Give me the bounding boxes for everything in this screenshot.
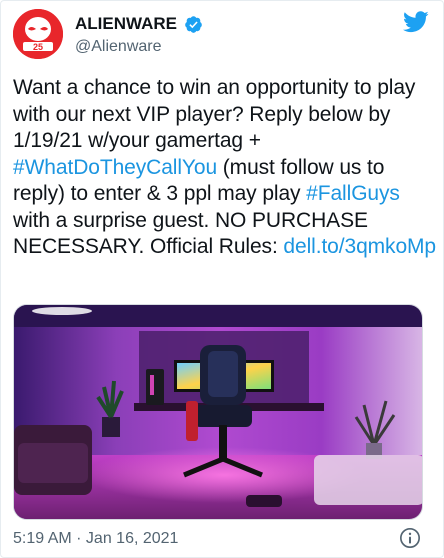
twitter-bird-icon[interactable] <box>403 11 429 33</box>
avatar[interactable]: 25 <box>13 9 63 59</box>
hashtag-fallguys-link[interactable]: #FallGuys <box>306 182 400 205</box>
info-icon[interactable] <box>399 527 421 549</box>
verified-badge-icon <box>185 15 203 33</box>
gaming-room-photo[interactable] <box>13 304 423 520</box>
account-names: ALIENWARE @Alienware <box>75 13 203 58</box>
gaming-room-image <box>14 305 422 519</box>
tweet-footer: 5:19 AM · Jan 16, 2021 <box>13 525 431 551</box>
official-rules-link[interactable]: dell.to/3qmkoMp <box>283 235 436 258</box>
tweet-card: 25 ALIENWARE @Alienware Want a chance to… <box>0 0 444 558</box>
tweet-header: 25 ALIENWARE @Alienware <box>13 9 431 61</box>
avatar-badge-text: 25 <box>33 42 43 52</box>
tweet-text-part: Want a chance to win an opportunity to p… <box>13 76 416 152</box>
tweet-text: Want a chance to win an opportunity to p… <box>13 75 437 261</box>
timestamp[interactable]: 5:19 AM · Jan 16, 2021 <box>13 529 178 549</box>
handle[interactable]: @Alienware <box>75 36 203 58</box>
alienware-logo-icon: 25 <box>13 9 63 59</box>
hashtag-whatdotheycallyou-link[interactable]: #WhatDoTheyCallYou <box>13 156 217 179</box>
display-name[interactable]: ALIENWARE <box>75 13 177 35</box>
